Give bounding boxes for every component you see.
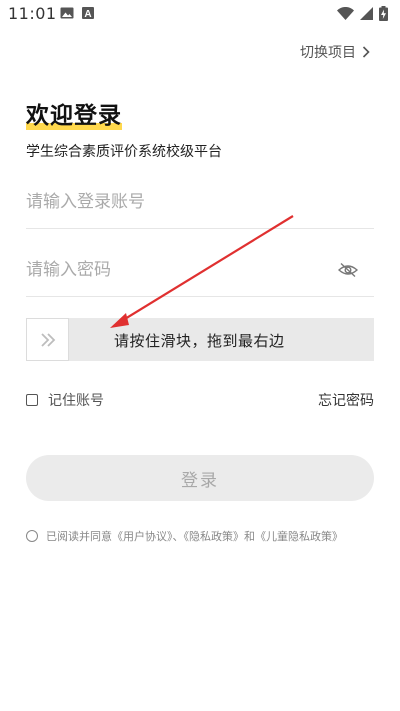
agreement-separator: 、 [172,530,184,543]
remember-label: 记住账号 [48,393,104,409]
double-chevron-right-icon [40,332,55,347]
chevron-right-icon [362,46,370,58]
page-subtitle: 学生综合素质评价系统校级平台 [26,144,222,160]
svg-text:A: A [84,9,91,19]
agreement-and: 和 [244,530,255,543]
children-privacy-policy-link[interactable]: 《儿童隐私政策》 [255,530,343,543]
switch-project-link[interactable]: 切换项目 [300,42,370,62]
status-bar: 11:01 A [0,0,400,28]
page-title: 欢迎登录 [26,103,122,129]
slider-instruction: 请按住滑块，拖到最右边 [114,332,285,350]
agreement-prefix: 已阅读并同意 [46,530,112,543]
signal-icon [360,7,373,20]
slider-handle[interactable] [26,318,69,361]
agreement-row: 已阅读并同意《用户协议》、《隐私政策》和《儿童隐私政策》 [26,528,343,544]
agreement-text: 已阅读并同意《用户协议》、《隐私政策》和《儿童隐私政策》 [46,528,343,544]
login-button[interactable]: 登录 [26,455,374,501]
account-field [26,176,374,229]
a-notification-icon: A [82,7,94,19]
password-input[interactable] [26,250,326,290]
battery-charging-icon [379,6,388,21]
status-time: 11:01 [8,4,57,23]
forgot-password-link[interactable]: 忘记密码 [318,390,374,410]
switch-project-label: 切换项目 [300,45,356,61]
privacy-policy-link[interactable]: 《隐私政策》 [184,530,245,543]
remember-checkbox[interactable] [26,394,38,406]
title-block: 欢迎登录 [26,96,122,130]
image-icon [60,7,74,19]
wifi-icon [337,7,354,20]
login-screen: 11:01 A 切换项目 欢迎登录 学生综合素质评价系统校级平台 请输入登录账号… [0,0,400,711]
status-system-icons [337,6,388,21]
password-field [26,244,374,297]
user-agreement-link[interactable]: 《用户协议》 [112,530,173,543]
agreement-radio[interactable] [26,530,38,542]
remember-account-toggle[interactable]: 记住账号 [26,390,104,410]
eye-off-icon[interactable] [338,262,358,278]
account-input[interactable] [26,182,326,222]
slider-captcha-track: 请按住滑块，拖到最右边 [26,318,374,361]
status-notification-icons: A [60,7,94,19]
